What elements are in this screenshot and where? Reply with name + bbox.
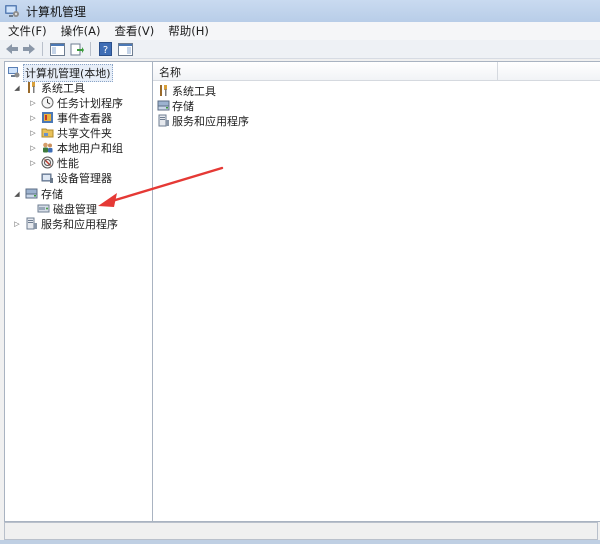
console-tree: 计算机管理(本地) ◢ 系统工具 ▷ 任务计划程序 ▷ 事件查看器 ▷ 共享文件…	[4, 61, 153, 522]
column-divider[interactable]	[497, 62, 498, 80]
back-arrow-icon	[6, 44, 18, 54]
disk-management-icon	[37, 204, 50, 213]
collapse-triangle-icon[interactable]: ◢	[13, 84, 21, 92]
list-item-services-applications[interactable]: 服务和应用程序	[157, 113, 249, 128]
menu-view[interactable]: 查看(V)	[108, 22, 160, 40]
window-bottom-border	[0, 540, 600, 544]
users-icon	[43, 142, 53, 153]
results-list: 名称 系统工具 存储 服务和应用程序	[152, 61, 600, 522]
svg-text:?: ?	[102, 45, 107, 56]
status-bar	[4, 522, 598, 540]
tree-label: 事件查看器	[57, 111, 112, 125]
tree-label: 存储	[41, 187, 63, 201]
system-tools-icon	[160, 85, 167, 96]
tree-item-event-viewer[interactable]: ▷ 事件查看器	[29, 110, 112, 125]
list-item-label: 服务和应用程序	[172, 114, 249, 128]
tree-item-performance[interactable]: ▷ 性能	[29, 155, 79, 170]
tree-label: 系统工具	[41, 81, 85, 95]
tree-item-task-scheduler[interactable]: ▷ 任务计划程序	[29, 95, 123, 110]
tree-label: 磁盘管理	[53, 202, 97, 216]
tree-item-storage[interactable]: ◢ 存储	[13, 186, 63, 201]
expand-triangle-icon[interactable]: ▷	[13, 220, 21, 228]
storage-icon	[157, 100, 170, 111]
list-item-label: 存储	[172, 99, 194, 113]
computer-management-icon	[8, 67, 20, 78]
menu-help[interactable]: 帮助(H)	[162, 22, 215, 40]
tree-label: 性能	[57, 156, 79, 170]
tree-item-disk-management[interactable]: 磁盘管理	[37, 201, 97, 216]
action-pane-icon	[117, 42, 133, 56]
storage-icon	[25, 188, 38, 199]
toolbar-separator	[90, 42, 91, 56]
column-header-name[interactable]: 名称	[159, 64, 181, 80]
event-viewer-icon	[42, 112, 53, 123]
collapse-triangle-icon[interactable]: ◢	[13, 190, 21, 198]
tree-label: 任务计划程序	[57, 96, 123, 110]
expand-triangle-icon[interactable]: ▷	[29, 159, 37, 167]
show-hide-action-pane-button[interactable]	[117, 42, 133, 56]
menu-action[interactable]: 操作(A)	[55, 22, 107, 40]
list-column-header: 名称	[153, 62, 600, 81]
tree-item-shared-folders[interactable]: ▷ 共享文件夹	[29, 125, 112, 140]
system-tools-icon	[28, 82, 35, 93]
show-hide-console-tree-button[interactable]	[49, 42, 65, 56]
expand-triangle-icon[interactable]: ▷	[29, 99, 37, 107]
expand-triangle-icon[interactable]: ▷	[29, 129, 37, 137]
window-title: 计算机管理	[26, 4, 87, 19]
list-item-system-tools[interactable]: 系统工具	[157, 83, 216, 98]
list-item-storage[interactable]: 存储	[157, 98, 194, 113]
list-item-label: 系统工具	[172, 84, 216, 98]
help-icon: ?	[98, 42, 112, 56]
shared-folder-icon	[41, 128, 54, 138]
computer-management-window: 计算机管理 文件(F) 操作(A) 查看(V) 帮助(H) ? 计算机管理(本地…	[0, 0, 600, 544]
title-bar: 计算机管理	[0, 0, 600, 22]
export-list-button[interactable]	[69, 42, 85, 56]
services-applications-icon	[158, 114, 169, 127]
tree-item-services-applications[interactable]: ▷ 服务和应用程序	[13, 216, 118, 231]
forward-arrow-icon	[23, 44, 35, 54]
menu-bar: 文件(F) 操作(A) 查看(V) 帮助(H)	[0, 22, 600, 40]
toolbar-separator	[42, 42, 43, 56]
back-button[interactable]	[4, 42, 20, 56]
tree-item-system-tools[interactable]: ◢ 系统工具	[13, 80, 85, 95]
performance-icon	[41, 156, 54, 169]
expand-triangle-icon[interactable]: ▷	[29, 144, 37, 152]
forward-button[interactable]	[21, 42, 37, 56]
toolbar: ?	[0, 40, 600, 59]
menu-file[interactable]: 文件(F)	[2, 22, 53, 40]
device-manager-icon	[41, 173, 53, 183]
tree-label: 服务和应用程序	[41, 217, 118, 231]
services-applications-icon	[26, 217, 37, 230]
clock-icon	[41, 96, 54, 109]
tree-item-local-users-groups[interactable]: ▷ 本地用户和组	[29, 140, 123, 155]
tree-item-computer-management[interactable]: 计算机管理(本地)	[7, 63, 113, 82]
tree-label: 共享文件夹	[57, 126, 112, 140]
expand-triangle-icon[interactable]: ▷	[29, 114, 37, 122]
help-button[interactable]: ?	[97, 42, 113, 56]
tree-label: 本地用户和组	[57, 141, 123, 155]
computer-management-icon	[5, 5, 19, 17]
console-tree-icon	[49, 42, 65, 56]
tree-item-device-manager[interactable]: 设备管理器	[41, 170, 112, 185]
tree-label: 设备管理器	[57, 171, 112, 185]
export-list-icon	[70, 43, 84, 55]
